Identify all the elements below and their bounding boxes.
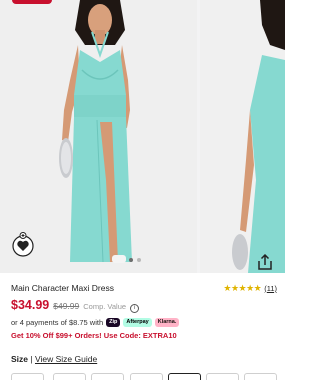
promo-banner: Get 10% Off $99+ Orders! Use Code: EXTRA… — [11, 331, 177, 340]
size-label: Size — [11, 354, 29, 364]
star-rating-icon: ★★★★★ — [223, 282, 262, 293]
product-info: Main Character Maxi Dress ★★★★★ (11) $34… — [11, 281, 277, 343]
carousel-dot-active[interactable] — [129, 258, 133, 262]
size-option[interactable] — [206, 373, 239, 380]
carousel-dots — [129, 258, 141, 262]
share-icon[interactable] — [256, 253, 274, 271]
product-title: Main Character Maxi Dress — [11, 283, 114, 293]
size-option-selected[interactable] — [168, 373, 201, 380]
review-count-link[interactable]: (11) — [264, 284, 277, 293]
product-image-next[interactable] — [200, 0, 285, 273]
afterpay-badge[interactable]: Afterpay — [123, 317, 152, 327]
size-option[interactable] — [244, 373, 277, 380]
sale-badge — [12, 0, 52, 4]
size-option[interactable] — [53, 373, 86, 380]
compare-price: $49.99 — [53, 301, 80, 311]
carousel-dot[interactable] — [137, 258, 141, 262]
klarna-badge[interactable]: Klarna. — [154, 317, 180, 327]
view-size-guide-link[interactable]: View Size Guide — [35, 354, 97, 364]
compare-value-label: Comp. Value — [83, 302, 127, 311]
size-header: Size | View Size Guide — [11, 354, 97, 364]
size-option[interactable] — [91, 373, 124, 380]
size-separator: | — [30, 354, 33, 364]
installments-text: or 4 payments of $8.75 with — [11, 317, 104, 327]
product-image-gallery[interactable] — [0, 0, 285, 273]
info-icon[interactable]: i — [130, 304, 140, 313]
zip-badge[interactable]: Zip — [106, 317, 121, 327]
sale-price: $34.99 — [11, 298, 50, 312]
size-option[interactable] — [11, 373, 44, 380]
rating[interactable]: ★★★★★ (11) — [223, 283, 277, 294]
size-option[interactable] — [130, 373, 163, 380]
wishlist-heart-icon[interactable] — [10, 232, 36, 258]
